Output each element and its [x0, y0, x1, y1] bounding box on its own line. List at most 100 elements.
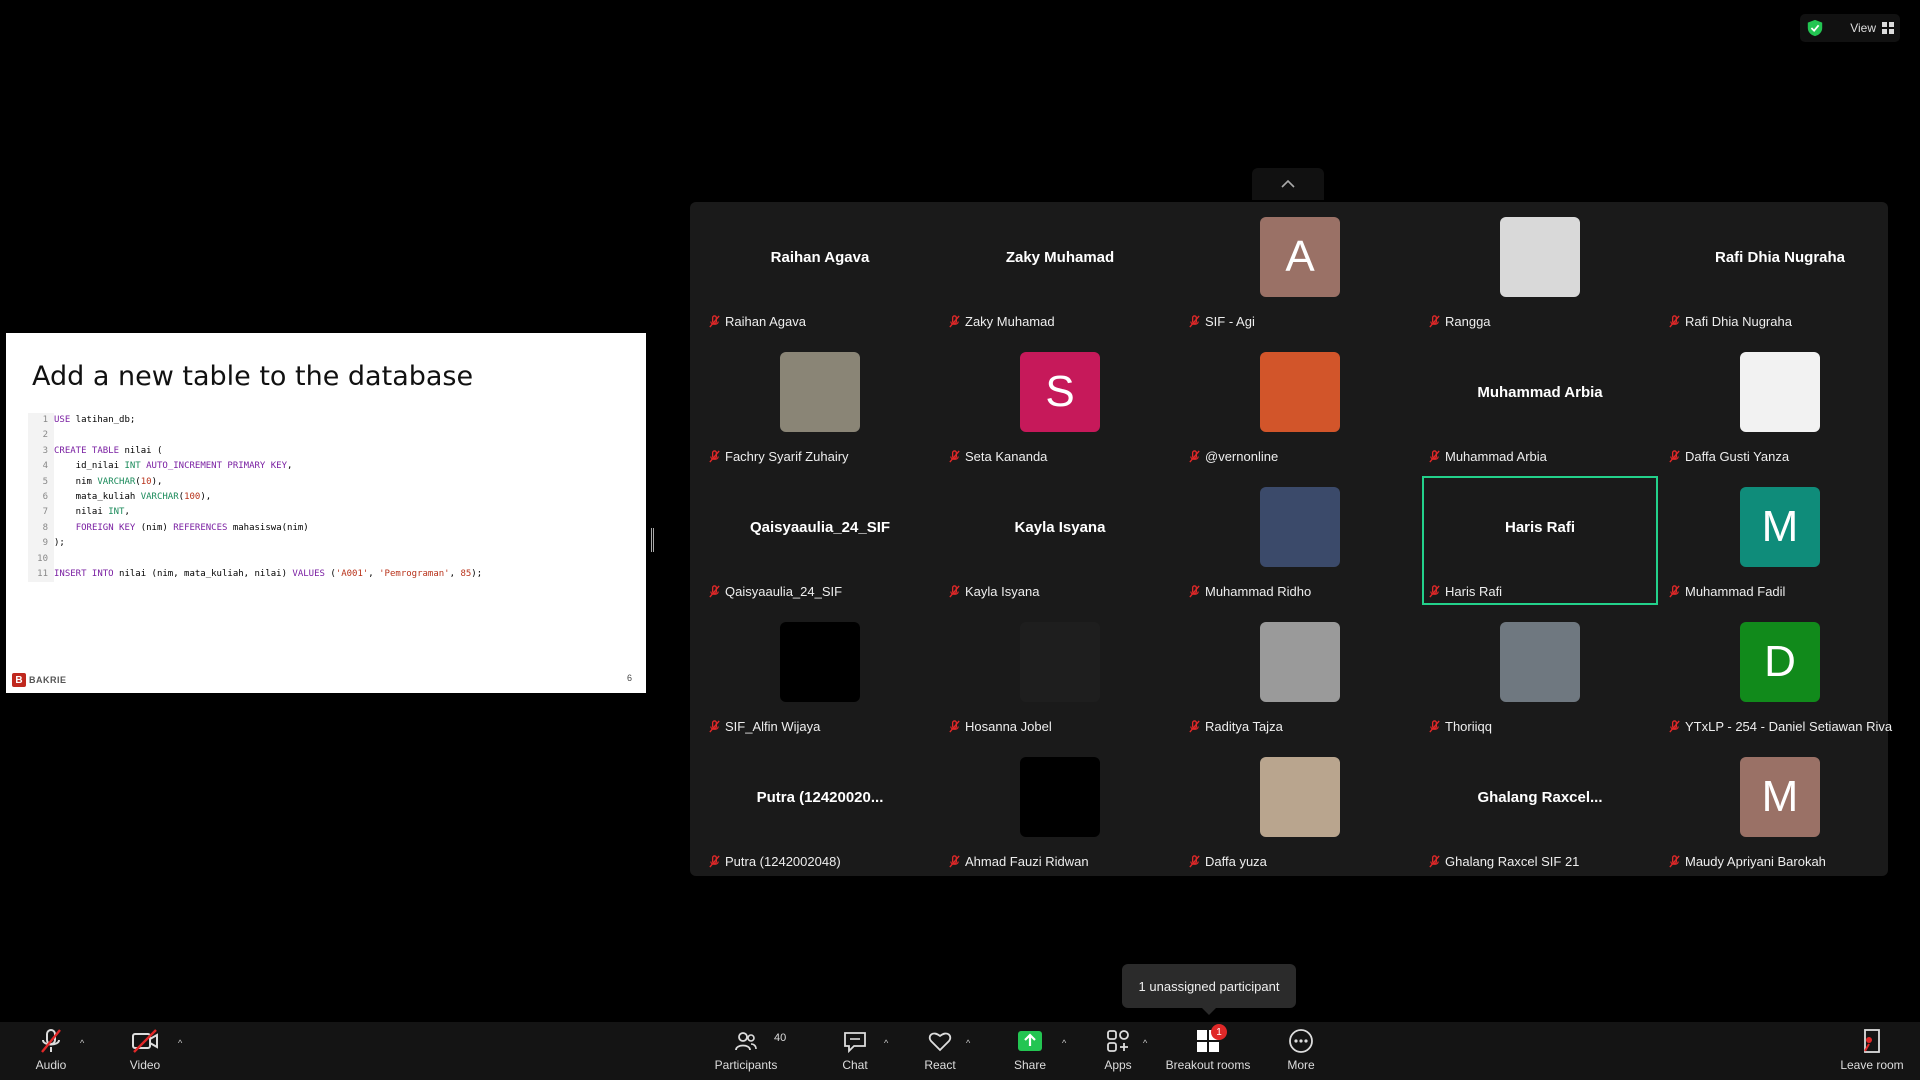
mic-muted-icon	[1429, 450, 1440, 463]
participant-tile[interactable]: Putra (12420020... Putra (1242002048)	[702, 746, 938, 875]
participant-tile[interactable]: Thoriiqq	[1422, 611, 1658, 740]
avatar	[1020, 622, 1100, 702]
participant-name-label: Putra (1242002048)	[708, 854, 841, 869]
avatar: M	[1740, 757, 1820, 837]
code-line: 8 FOREIGN KEY (nim) REFERENCES mahasiswa…	[28, 520, 482, 537]
avatar	[1260, 622, 1340, 702]
participant-name: Muhammad Ridho	[1205, 584, 1312, 599]
code-text: );	[54, 538, 65, 549]
participant-tile[interactable]: Fachry Syarif Zuhairy	[702, 341, 938, 470]
mic-muted-icon	[1669, 720, 1680, 733]
view-menu[interactable]: View	[1800, 14, 1900, 42]
audio-button[interactable]: Audio	[16, 1026, 86, 1072]
participant-tile[interactable]: Muhammad Ridho	[1182, 476, 1418, 605]
participant-name-label: Thoriiqq	[1428, 719, 1492, 734]
share-options-caret[interactable]: ^	[1062, 1038, 1066, 1048]
code-line: 11 INSERT INTO nilai (nim, mata_kuliah, n…	[28, 567, 482, 583]
mic-muted-icon	[1429, 315, 1440, 328]
avatar: A	[1260, 217, 1340, 297]
mic-muted-icon	[1429, 720, 1440, 733]
participant-tile[interactable]: A SIF - Agi	[1182, 206, 1418, 335]
participant-name: Haris Rafi	[1445, 584, 1503, 599]
participant-tile[interactable]: Haris Rafi Haris Rafi	[1422, 476, 1658, 605]
shield-icon	[1807, 19, 1823, 37]
participant-tile[interactable]: Daffa yuza	[1182, 746, 1418, 875]
participant-tile[interactable]: Ghalang Raxcel... Ghalang Raxcel SIF 21	[1422, 746, 1658, 875]
more-button[interactable]: More	[1266, 1026, 1336, 1072]
participant-name: Daffa yuza	[1205, 854, 1267, 869]
code-text: nilai INT,	[54, 507, 130, 518]
participant-tile[interactable]: Rangga	[1422, 206, 1658, 335]
avatar	[1500, 622, 1580, 702]
view-label: View	[1850, 21, 1876, 35]
meeting-toolbar: Audio ^ Video ^ 40 Participants Chat ^ R…	[0, 1022, 1920, 1080]
line-number: 5	[28, 474, 54, 491]
code-line: 3 CREATE TABLE nilai (	[28, 443, 482, 460]
video-options-caret[interactable]: ^	[178, 1038, 182, 1048]
video-button[interactable]: Video	[110, 1026, 180, 1072]
participant-name-label: Seta Kananda	[948, 449, 1047, 464]
code-line: 1 USE latihan_db;	[28, 413, 482, 429]
participant-name-label: Hosanna Jobel	[948, 719, 1052, 734]
participant-tile[interactable]: S Seta Kananda	[942, 341, 1178, 470]
collapse-gallery-button[interactable]	[1252, 168, 1324, 200]
participant-tile[interactable]: @vernonline	[1182, 341, 1418, 470]
audio-options-caret[interactable]: ^	[80, 1038, 84, 1048]
participant-tile[interactable]: M Maudy Apriyani Barokah	[1662, 746, 1898, 875]
slide-page-number: 6	[626, 673, 632, 683]
participant-tile[interactable]: Raihan Agava Raihan Agava	[702, 206, 938, 335]
code-block: 1 USE latihan_db; 2 3 CREATE TABLE nilai (4 …	[28, 413, 482, 583]
mic-muted-icon	[1189, 315, 1200, 328]
mic-muted-icon	[1669, 450, 1680, 463]
participant-name-label: Maudy Apriyani Barokah	[1668, 854, 1826, 869]
participant-name-label: Ghalang Raxcel SIF 21	[1428, 854, 1579, 869]
line-number: 1	[28, 413, 54, 429]
participant-name: Muhammad Fadil	[1685, 584, 1786, 599]
camera-off-icon	[132, 1029, 158, 1053]
breakout-rooms-button[interactable]: 1 Breakout rooms	[1158, 1024, 1258, 1072]
participant-tile[interactable]: D YTxLP - 254 - Daniel Setiawan Riva	[1662, 611, 1898, 740]
resize-handle[interactable]	[651, 528, 654, 552]
participants-button[interactable]: 40 Participants	[711, 1026, 787, 1072]
mic-muted-icon	[949, 315, 960, 328]
participant-tile[interactable]: Ahmad Fauzi Ridwan	[942, 746, 1178, 875]
line-number: 4	[28, 459, 54, 475]
participants-icon	[735, 1032, 757, 1051]
university-logo: B BAKRIE	[12, 673, 67, 687]
chat-button[interactable]: Chat	[820, 1026, 890, 1072]
react-button[interactable]: React	[905, 1026, 975, 1072]
participant-name-label: Raditya Tajza	[1188, 719, 1283, 734]
line-number: 7	[28, 505, 54, 521]
participant-tile[interactable]: Raditya Tajza	[1182, 611, 1418, 740]
participant-tile[interactable]: SIF_Alfin Wijaya	[702, 611, 938, 740]
leave-room-button[interactable]: Leave room	[1836, 1026, 1908, 1072]
participant-tile[interactable]: Hosanna Jobel	[942, 611, 1178, 740]
apps-button[interactable]: Apps	[1083, 1026, 1153, 1072]
mic-muted-icon	[949, 450, 960, 463]
more-icon	[1289, 1029, 1313, 1053]
line-number: 2	[28, 428, 54, 444]
chat-options-caret[interactable]: ^	[884, 1038, 888, 1048]
participant-name: Qaisyaaulia_24_SIF	[725, 584, 843, 599]
participant-display-name: Raihan Agava	[770, 248, 870, 266]
participant-tile[interactable]: Kayla Isyana Kayla Isyana	[942, 476, 1178, 605]
participant-display-name: Qaisyaaulia_24_SIF	[749, 518, 891, 536]
participant-tile[interactable]: M Muhammad Fadil	[1662, 476, 1898, 605]
participant-tile[interactable]: Muhammad Arbia Muhammad Arbia	[1422, 341, 1658, 470]
participant-gallery: Raihan Agava Raihan Agava Zaky Muhamad Zaky…	[690, 202, 1892, 876]
participant-tile[interactable]: Qaisyaaulia_24_SIF Qaisyaaulia_24_SIF	[702, 476, 938, 605]
participant-name: Ahmad Fauzi Ridwan	[965, 854, 1089, 869]
participant-tile[interactable]: Rafi Dhia Nugraha Rafi Dhia Nugraha	[1662, 206, 1898, 335]
share-button[interactable]: Share	[995, 1026, 1065, 1072]
participant-name-label: Fachry Syarif Zuhairy	[708, 449, 849, 464]
react-options-caret[interactable]: ^	[966, 1038, 970, 1048]
code-line: 6 mata_kuliah VARCHAR(100),	[28, 490, 482, 506]
participant-tile[interactable]: Zaky Muhamad Zaky Muhamad	[942, 206, 1178, 335]
logo-mark-icon: B	[12, 673, 26, 687]
participant-name: Hosanna Jobel	[965, 719, 1052, 734]
participant-tile[interactable]: Daffa Gusti Yanza	[1662, 341, 1898, 470]
participant-name-label: Ahmad Fauzi Ridwan	[948, 854, 1089, 869]
apps-options-caret[interactable]: ^	[1143, 1038, 1147, 1048]
participants-count: 40	[774, 1032, 787, 1044]
participant-name: SIF - Agi	[1205, 314, 1255, 329]
